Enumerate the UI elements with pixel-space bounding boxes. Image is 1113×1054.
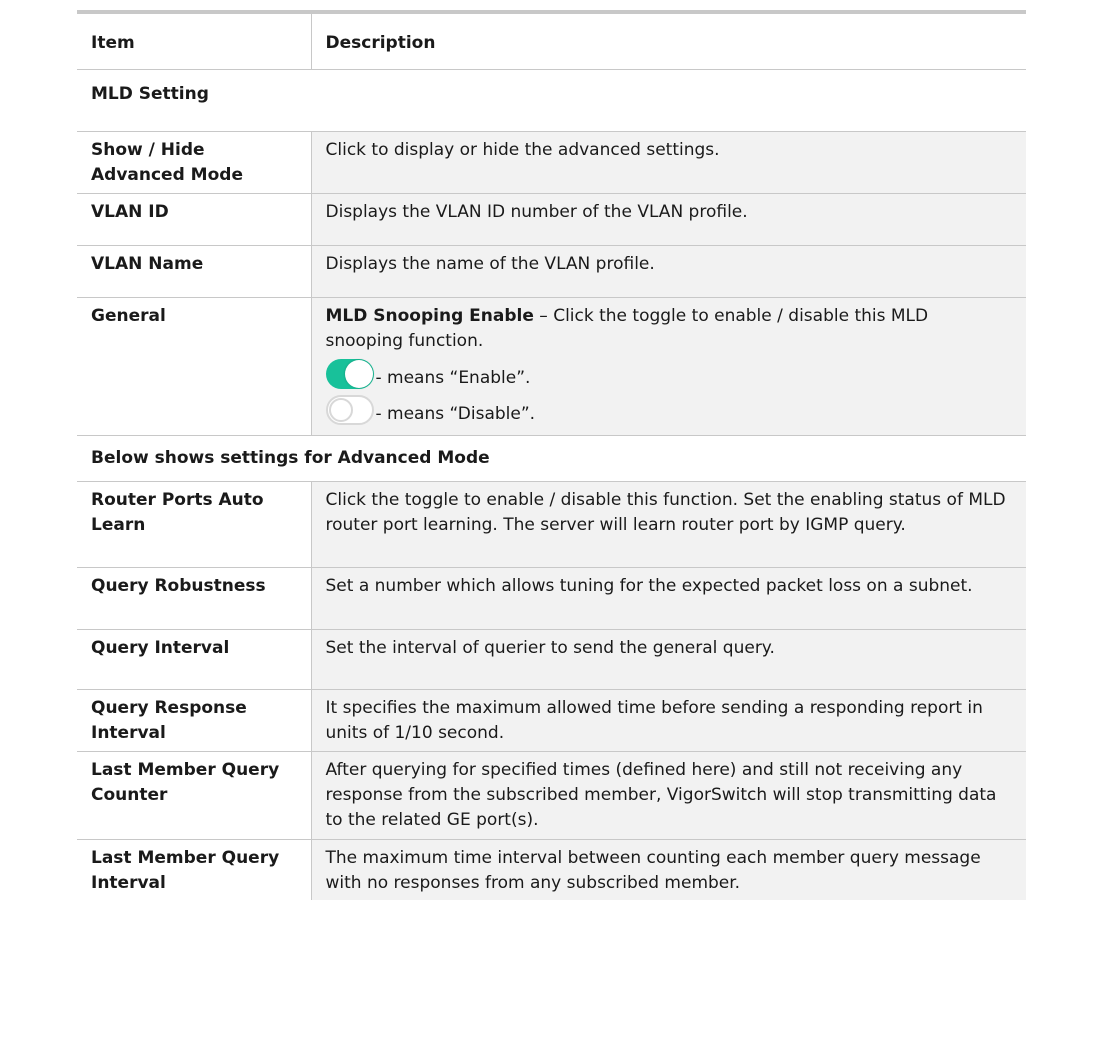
table-row: Router Ports Auto Learn Click the toggle… xyxy=(77,481,1026,568)
disable-legend-text: - means “Disable”. xyxy=(375,404,536,424)
item-label: Query Interval xyxy=(77,629,312,690)
item-description: Set a number which allows tuning for the… xyxy=(311,567,1026,630)
toggle-off-icon xyxy=(325,395,374,425)
item-description: Set the interval of querier to send the … xyxy=(311,629,1026,690)
settings-table: Item Description MLD Setting Show / Hide… xyxy=(77,14,1026,900)
item-description: Click the toggle to enable / disable thi… xyxy=(311,481,1026,568)
item-description: After querying for specified times (defi… xyxy=(311,751,1026,840)
section-row: Below shows settings for Advanced Mode xyxy=(77,435,1026,482)
item-label: Last Member Query Interval xyxy=(77,839,312,900)
item-description: The maximum time interval between counti… xyxy=(311,839,1026,900)
table-row: VLAN ID Displays the VLAN ID number of t… xyxy=(77,193,1026,246)
toggle-on-icon xyxy=(325,359,374,389)
item-label: Router Ports Auto Learn xyxy=(77,481,312,568)
item-description: It specifies the maximum allowed time be… xyxy=(311,689,1026,752)
table-row-general: General MLD Snooping Enable – Click the … xyxy=(77,297,1026,436)
header-description: Description xyxy=(311,14,1026,70)
table-row: Show / Hide Advanced Mode Click to displ… xyxy=(77,131,1026,194)
item-label: Query Robustness xyxy=(77,567,312,630)
item-description: MLD Snooping Enable – Click the toggle t… xyxy=(311,297,1026,436)
item-label: VLAN ID xyxy=(77,193,312,246)
item-description: Displays the VLAN ID number of the VLAN … xyxy=(311,193,1026,246)
item-label: Last Member Query Counter xyxy=(77,751,312,840)
enable-legend: - means “Enable”. xyxy=(325,359,1009,389)
section-mld-setting: MLD Setting xyxy=(77,69,1026,132)
item-description: Click to display or hide the advanced se… xyxy=(311,131,1026,194)
table-row: VLAN Name Displays the name of the VLAN … xyxy=(77,245,1026,298)
table-row: Query Robustness Set a number which allo… xyxy=(77,567,1026,630)
disable-legend: - means “Disable”. xyxy=(325,395,1009,425)
item-label: Query Response Interval xyxy=(77,689,312,752)
item-label: Show / Hide Advanced Mode xyxy=(77,131,312,194)
item-label: VLAN Name xyxy=(77,245,312,298)
header-item: Item xyxy=(77,14,312,70)
mld-snooping-enable-label: MLD Snooping Enable xyxy=(325,306,534,326)
table-row: Last Member Query Counter After querying… xyxy=(77,751,1026,840)
enable-legend-text: - means “Enable”. xyxy=(375,368,531,388)
table-row: Query Interval Set the interval of queri… xyxy=(77,629,1026,690)
section-row: MLD Setting xyxy=(77,69,1026,132)
table-row: Last Member Query Interval The maximum t… xyxy=(77,839,1026,900)
general-description: MLD Snooping Enable – Click the toggle t… xyxy=(326,304,1009,354)
table-row: Query Response Interval It specifies the… xyxy=(77,689,1026,752)
item-description: Displays the name of the VLAN profile. xyxy=(311,245,1026,298)
table-header: Item Description xyxy=(77,14,1026,70)
item-label: General xyxy=(77,297,312,436)
section-advanced-mode: Below shows settings for Advanced Mode xyxy=(77,435,1026,482)
